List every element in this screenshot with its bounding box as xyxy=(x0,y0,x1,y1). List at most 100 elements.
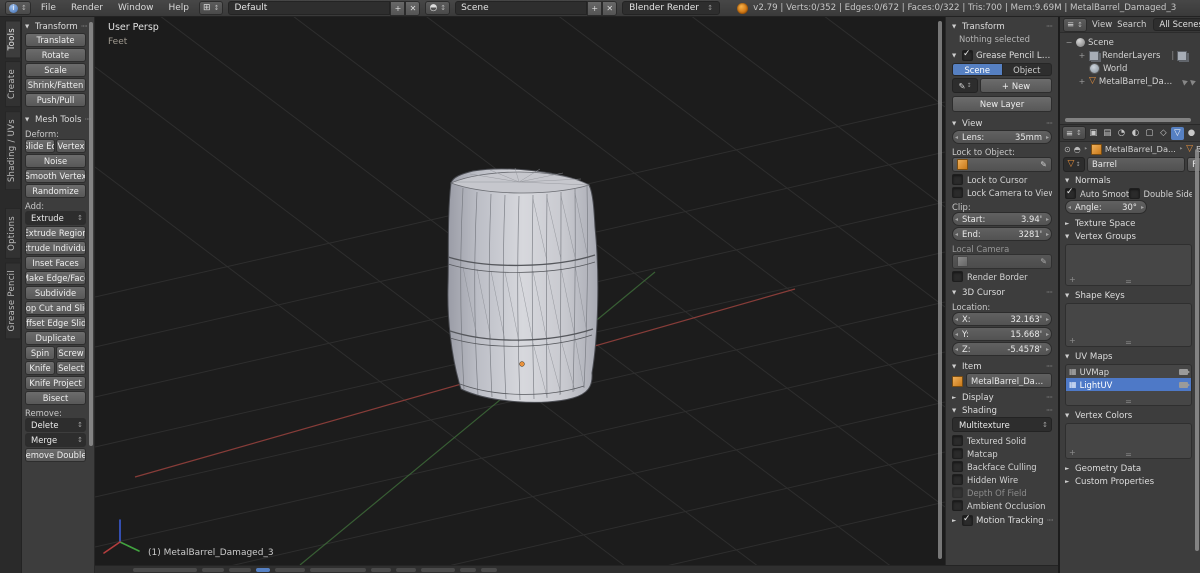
make-edge-face-button[interactable]: Make Edge/Face xyxy=(25,271,86,285)
gp-datablock-menu[interactable]: ✎ xyxy=(952,78,978,93)
screw-button[interactable]: Screw xyxy=(56,346,86,360)
screen-layout-icon-button[interactable]: ⊞ xyxy=(199,1,224,15)
shrink-fatten-button[interactable]: Shrink/Fatten xyxy=(25,78,86,92)
duplicate-button[interactable]: Duplicate xyxy=(25,331,86,345)
scale-button[interactable]: Scale xyxy=(25,63,86,77)
outliner-view-menu[interactable]: View xyxy=(1092,20,1112,30)
lock-camera-checkbox[interactable] xyxy=(952,187,963,198)
viewport-header-button[interactable] xyxy=(460,567,476,572)
expander-icon[interactable]: − xyxy=(1065,38,1073,47)
panel-header-texture-space[interactable]: Texture Space xyxy=(1065,217,1192,230)
matcap-checkbox[interactable] xyxy=(952,448,963,459)
close-scene-button[interactable]: ✕ xyxy=(602,0,618,16)
panel-header-view[interactable]: View xyxy=(952,117,1052,130)
list-add-icon[interactable]: + xyxy=(1069,336,1076,345)
slide-edge-button[interactable]: Slide Ed xyxy=(25,139,55,153)
render-layer-toggle-icon[interactable] xyxy=(1177,50,1188,61)
tab-shading-uvs[interactable]: Shading / UVs xyxy=(5,110,21,190)
panel-header-vertex-colors[interactable]: Vertex Colors xyxy=(1065,409,1192,422)
extrude-menu[interactable]: Extrude xyxy=(25,211,86,225)
panel-header-motion-tracking[interactable]: Motion Tracking xyxy=(952,514,1052,527)
uv-map-row-lightuv[interactable]: ▦ LightUV xyxy=(1066,378,1191,391)
merge-menu[interactable]: Merge xyxy=(25,433,86,447)
remove-doubles-button[interactable]: Remove Doubles xyxy=(25,448,86,462)
menu-file[interactable]: File xyxy=(36,3,61,13)
knife-select-button[interactable]: Select xyxy=(56,361,86,375)
gp-source-scene[interactable]: Scene xyxy=(952,63,1003,76)
outliner-row-scene[interactable]: − Scene xyxy=(1065,36,1198,49)
outliner-display-filter[interactable]: All Scenes xyxy=(1153,18,1200,31)
list-resize-grip[interactable]: = xyxy=(1125,277,1132,285)
tab-options[interactable]: Options xyxy=(5,207,21,259)
auto-smooth-checkbox[interactable] xyxy=(1065,187,1076,199)
vertex-slide-button[interactable]: Vertex xyxy=(56,139,86,153)
noise-button[interactable]: Noise xyxy=(25,154,86,168)
viewport-header-button[interactable] xyxy=(133,567,197,572)
vertex-colors-list[interactable]: + = xyxy=(1065,423,1192,459)
panel-header-vertex-groups[interactable]: Vertex Groups xyxy=(1065,230,1192,243)
list-add-icon[interactable]: + xyxy=(1069,448,1076,457)
hidden-wire-checkbox[interactable] xyxy=(952,474,963,485)
outliner-hscrollbar[interactable] xyxy=(1065,118,1191,122)
toolshelf-scrollbar[interactable] xyxy=(89,22,93,446)
item-name-field[interactable]: MetalBarrel_Dama... xyxy=(966,373,1052,388)
npanel-scrollbar[interactable] xyxy=(938,21,942,559)
uv-maps-list[interactable]: ▦ UVMap ▦ LightUV = xyxy=(1065,364,1192,406)
outliner-row-world[interactable]: World xyxy=(1065,62,1198,75)
ambient-occlusion-row[interactable]: Ambient Occlusion xyxy=(952,499,1052,512)
backface-culling-row[interactable]: Backface Culling xyxy=(952,460,1052,473)
panel-header-transform[interactable]: Transform xyxy=(952,20,1052,33)
list-add-icon[interactable]: + xyxy=(1069,275,1076,284)
loop-cut-button[interactable]: Loop Cut and Slide xyxy=(25,301,86,315)
viewport-header-button[interactable] xyxy=(202,567,224,572)
spin-button[interactable]: Spin xyxy=(25,346,55,360)
tab-render-icon[interactable]: ▣ xyxy=(1087,127,1100,140)
viewport-header-button[interactable] xyxy=(396,567,416,572)
auto-smooth-row[interactable]: Auto Smooth xyxy=(1065,187,1129,200)
render-camera-icon[interactable] xyxy=(1179,381,1190,388)
tab-object-data-icon[interactable]: ▽ xyxy=(1170,126,1184,140)
restrict-render-icon[interactable] xyxy=(1190,77,1197,86)
add-layout-button[interactable]: + xyxy=(390,0,406,16)
panel-header-grease-pencil[interactable]: Grease Pencil Layers xyxy=(952,49,1052,62)
double-sided-checkbox[interactable] xyxy=(1128,188,1140,199)
panel-header-transform[interactable]: Transform xyxy=(25,20,86,33)
expander-icon[interactable]: + xyxy=(1078,51,1086,60)
textured-solid-row[interactable]: Textured Solid xyxy=(952,434,1052,447)
clip-start-field[interactable]: Start: 3.94' xyxy=(952,212,1052,226)
motion-tracking-checkbox[interactable] xyxy=(962,514,973,526)
render-border-checkbox[interactable] xyxy=(952,271,963,282)
translate-button[interactable]: Translate xyxy=(25,33,86,47)
list-resize-grip[interactable]: = xyxy=(1125,450,1132,458)
viewport-header-button[interactable] xyxy=(371,567,391,572)
panel-header-normals[interactable]: Normals xyxy=(1065,174,1192,187)
gp-new-button[interactable]: + New xyxy=(980,78,1052,93)
tab-object-icon[interactable]: ▢ xyxy=(1143,127,1156,140)
knife-button[interactable]: Knife xyxy=(25,361,55,375)
outliner-row-metalbarrel[interactable]: + ▽ MetalBarrel_Damaged_3 xyxy=(1065,75,1198,88)
rotate-button[interactable]: Rotate xyxy=(25,48,86,62)
editor-type-button-outliner[interactable]: ≡ xyxy=(1063,17,1087,32)
list-resize-grip[interactable]: = xyxy=(1125,338,1132,346)
viewport-header-button[interactable] xyxy=(275,567,305,572)
scene-icon-button[interactable]: ◓ xyxy=(425,1,451,15)
viewport-header-button[interactable] xyxy=(421,567,455,572)
extrude-region-button[interactable]: Extrude Region xyxy=(25,226,86,240)
add-scene-button[interactable]: + xyxy=(587,0,603,16)
outliner-row-renderlayers[interactable]: + RenderLayers | xyxy=(1065,49,1198,62)
viewport-3d[interactable]: User Persp Feet (1) MetalBarrel_Damaged_… xyxy=(95,17,945,565)
menu-window[interactable]: Window xyxy=(113,3,159,13)
tab-tools[interactable]: Tools xyxy=(5,20,21,59)
render-camera-icon[interactable] xyxy=(1179,368,1190,375)
shading-mode-menu[interactable]: Multitexture xyxy=(952,417,1052,432)
viewport-header-button[interactable] xyxy=(481,567,497,572)
editor-type-button-properties[interactable]: ≡ xyxy=(1062,126,1086,140)
double-sided-row[interactable]: Double Sided xyxy=(1128,187,1192,200)
tab-grease-pencil[interactable]: Grease Pencil xyxy=(5,261,21,340)
breadcrumb-object[interactable]: MetalBarrel_Da... xyxy=(1105,144,1176,154)
restrict-select-icon[interactable] xyxy=(1182,77,1189,86)
new-layer-button[interactable]: New Layer xyxy=(952,96,1052,112)
matcap-row[interactable]: Matcap xyxy=(952,447,1052,460)
cursor-z-field[interactable]: Z: -5.4578' xyxy=(952,342,1052,356)
lock-to-cursor-row[interactable]: Lock to Cursor xyxy=(952,173,1052,186)
